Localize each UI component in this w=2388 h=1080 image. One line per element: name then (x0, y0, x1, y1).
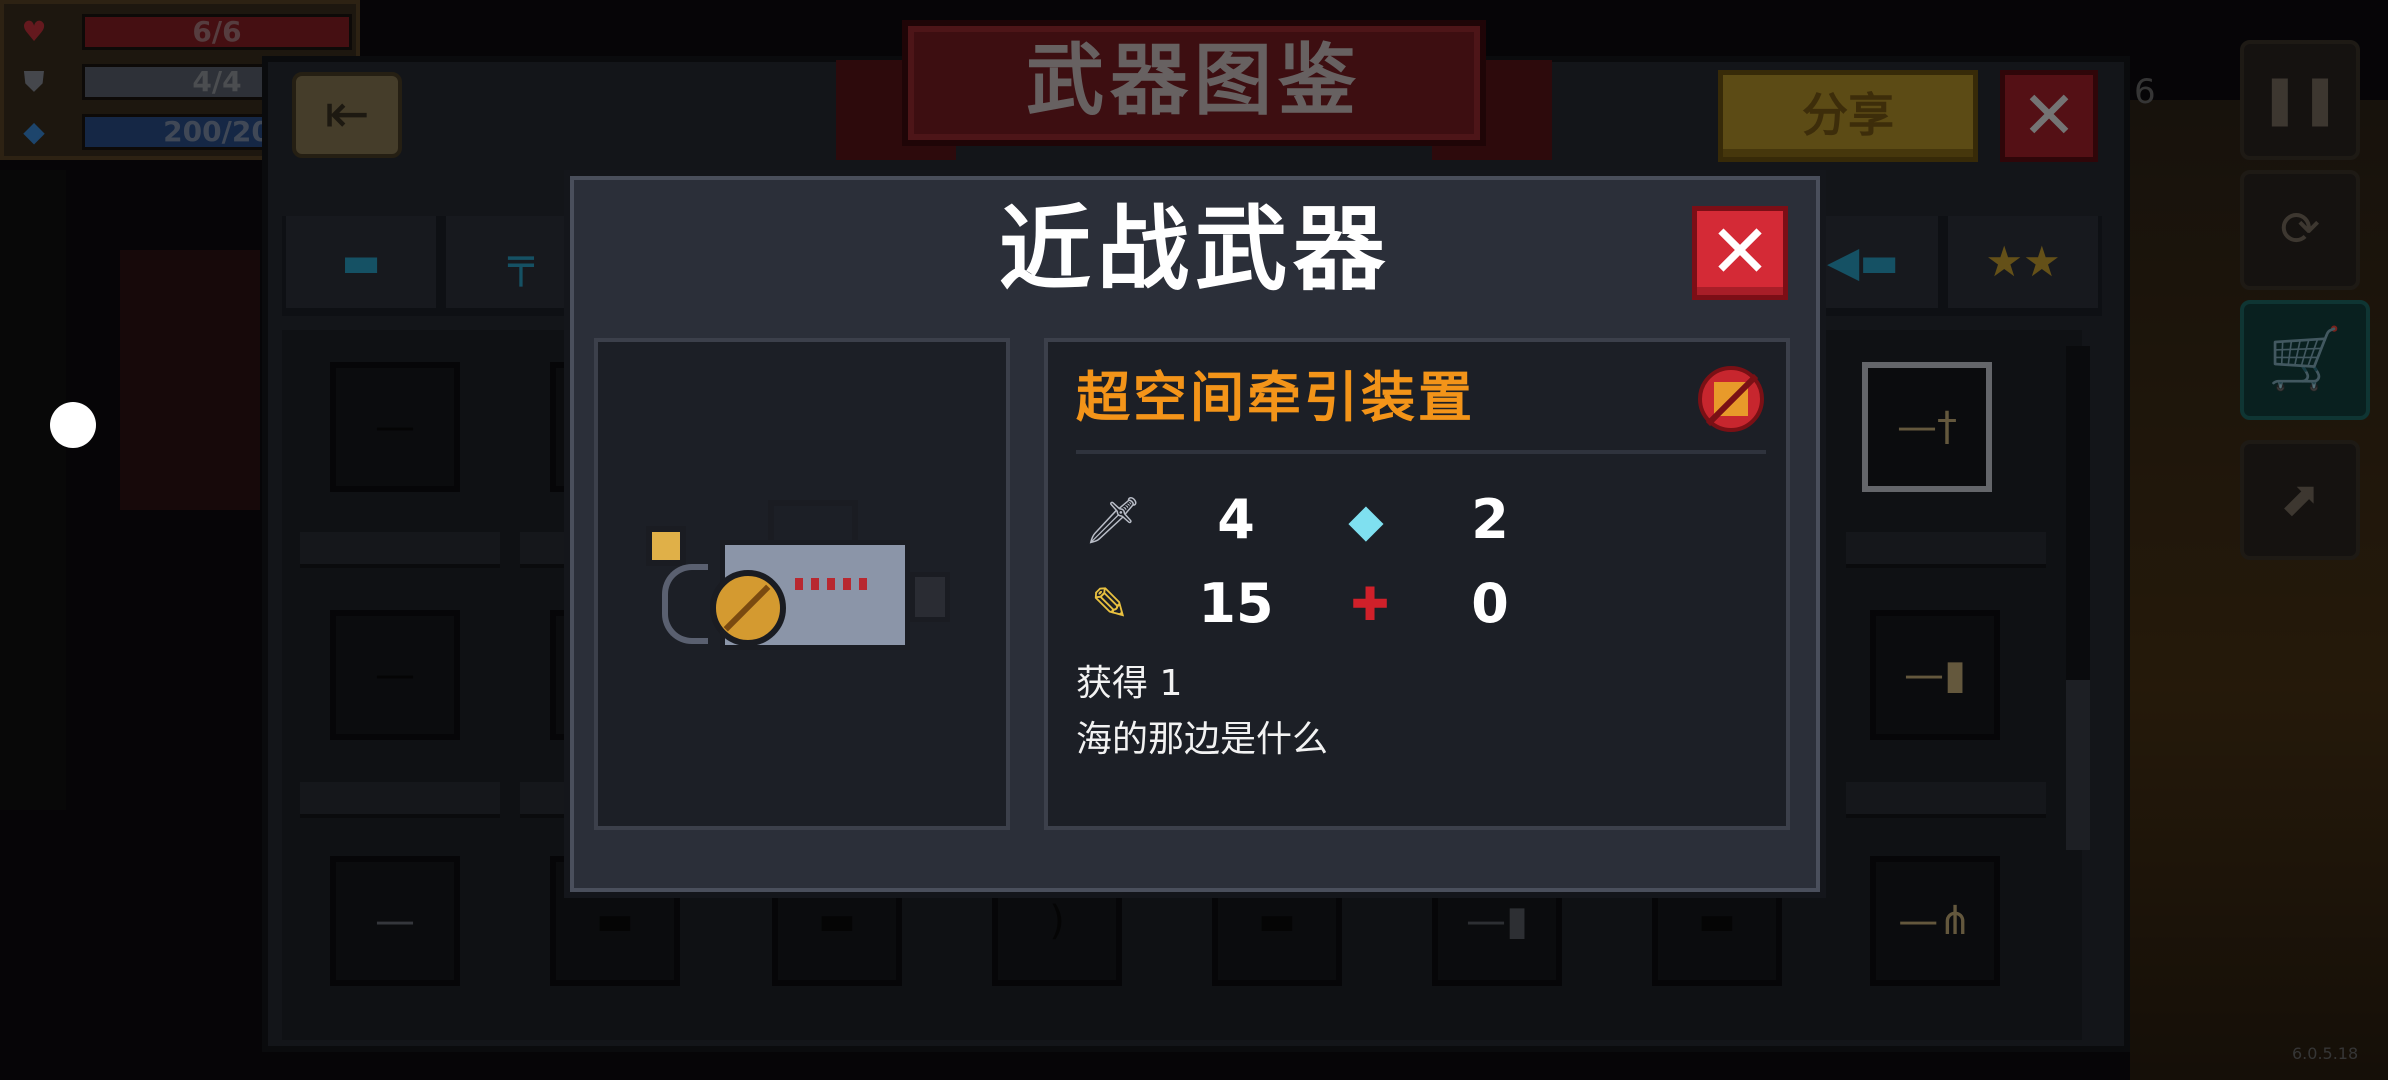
weapon-sprite (640, 500, 960, 680)
not-obtainable-icon (1698, 366, 1764, 432)
crosshair-icon: ✚ (1350, 577, 1390, 631)
weapon-gem (646, 526, 686, 566)
weapon-description: 海的那边是什么 (1076, 719, 1329, 760)
critical-blade-icon: ✎ (1090, 577, 1130, 631)
touch-indicator (50, 402, 96, 448)
obtained-count: 获得 1 (1076, 663, 1183, 704)
name-divider (1076, 450, 1766, 454)
damage-value: 4 (1217, 488, 1255, 551)
weapon-muzzle (910, 572, 950, 622)
weapon-vents (795, 578, 875, 590)
sword-icon: 🗡 (1084, 493, 1143, 547)
weapon-chain (662, 564, 708, 644)
modal-close-button[interactable]: ✕ (1692, 206, 1788, 300)
critical-value: 15 (1198, 572, 1274, 635)
inaccuracy-value: 0 (1471, 572, 1509, 635)
energy-cost-value: 2 (1471, 488, 1509, 551)
modal-title: 近战武器 (998, 196, 1391, 303)
weapon-name: 超空间牵引装置 (1076, 366, 1475, 429)
diamond-icon: ◆ (1348, 493, 1384, 547)
